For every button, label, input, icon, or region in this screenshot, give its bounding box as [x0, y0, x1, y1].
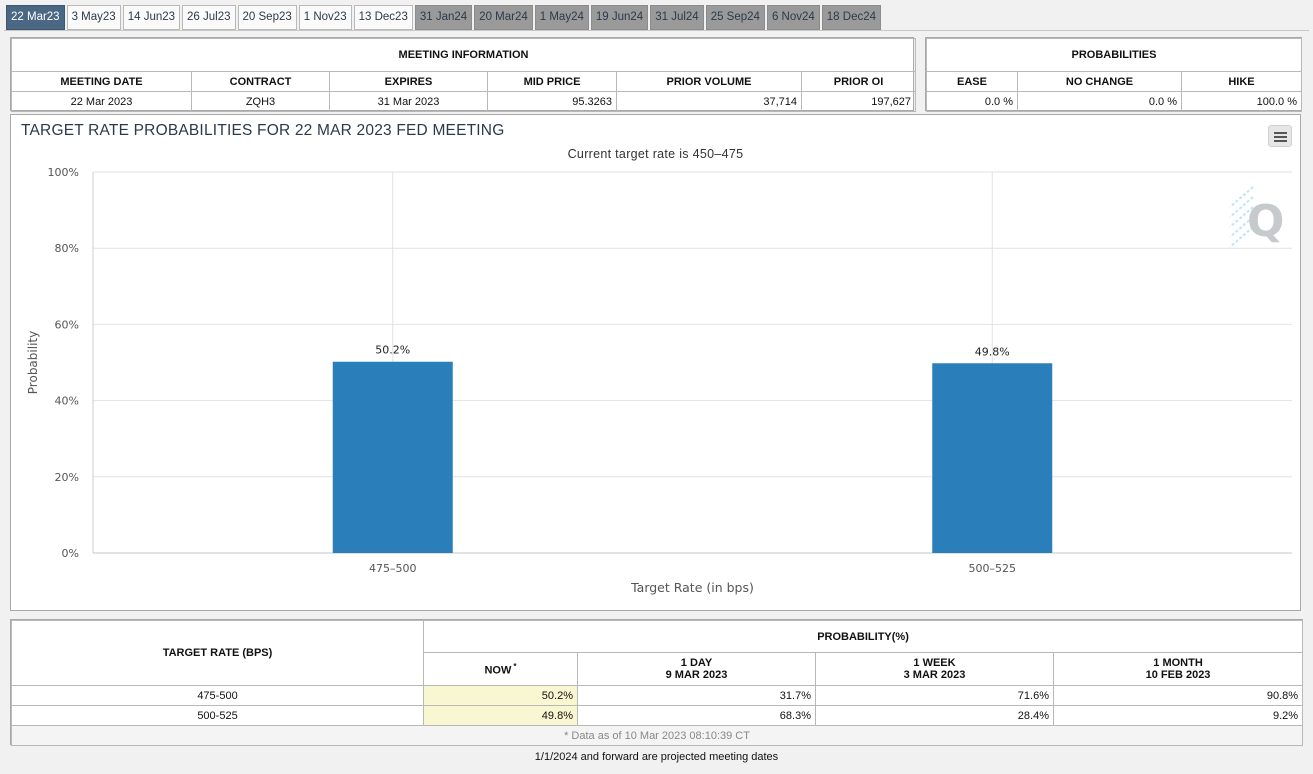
- one-month-probability-cell: 90.8%: [1052, 685, 1304, 706]
- meeting-information-table: MEETING INFORMATION MEETING DATE CONTRACT…: [10, 38, 917, 112]
- x-tick-label: 475–500: [369, 562, 417, 575]
- tab-26-jul23[interactable]: 26 Jul23: [182, 5, 236, 30]
- target-rate-bar-chart: Q 0% 20% 40% 60% 80% 100% 50.2% 475–500 49.8% 500…: [26, 166, 1292, 595]
- probability-history-panel: TARGET RATE (BPS) PROBABILITY(%) NOW * 1 …: [10, 619, 1304, 746]
- tab-1-may24[interactable]: 1 May24: [534, 5, 589, 30]
- tab-divider: [4, 30, 1309, 31]
- bar-500-525[interactable]: [932, 363, 1053, 553]
- one-day-column-header: 1 DAY 9 MAR 2023: [577, 652, 816, 686]
- meeting-info-value: 197,627: [800, 91, 917, 112]
- probabilities-title: PROBABILITIES: [925, 38, 1303, 72]
- tab-14-jun23[interactable]: 14 Jun23: [122, 5, 181, 30]
- tab-25-sep24[interactable]: 25 Sep24: [705, 5, 765, 30]
- quikstrike-logo-icon: Q: [1229, 186, 1284, 248]
- tab-1-nov23[interactable]: 1 Nov23: [298, 5, 352, 30]
- meeting-info-value: 95.3263: [487, 91, 617, 112]
- bar-data-label: 49.8%: [975, 345, 1010, 358]
- meeting-info-header: PRIOR VOLUME: [616, 71, 802, 92]
- y-axis-title: Probability: [26, 331, 40, 394]
- meeting-info-value: 31 Mar 2023: [329, 91, 488, 112]
- tab-31-jul24[interactable]: 31 Jul24: [650, 5, 704, 30]
- one-month-probability-cell: 9.2%: [1052, 705, 1304, 726]
- tab-31-jan24[interactable]: 31 Jan24: [414, 5, 473, 30]
- now-column-header: NOW *: [423, 652, 578, 686]
- x-tick-label: 500–525: [969, 562, 1017, 575]
- probability-history-table: TARGET RATE (BPS) PROBABILITY(%) NOW * 1 …: [10, 620, 1304, 746]
- tab-20-sep23[interactable]: 20 Sep23: [237, 5, 297, 30]
- one-week-column-header: 1 WEEK 3 MAR 2023: [815, 652, 1054, 686]
- target-rate-cell: 500-525: [11, 705, 424, 726]
- y-tick-label: 0%: [62, 547, 79, 560]
- meeting-information-panel: MEETING INFORMATION MEETING DATE CONTRACT…: [10, 37, 917, 112]
- meeting-info-value: 22 Mar 2023: [11, 91, 192, 112]
- probability-group-header: PROBABILITY(%): [422, 620, 1304, 653]
- probabilities-header: HIKE: [1180, 71, 1303, 92]
- one-week-probability-cell: 71.6%: [815, 685, 1054, 706]
- bar-data-label: 50.2%: [375, 344, 410, 357]
- y-tick-label: 20%: [55, 471, 79, 484]
- one-day-probability-cell: 31.7%: [577, 685, 816, 706]
- table-row: 475-500 50.2% 31.7% 71.6% 90.8%: [11, 685, 1304, 706]
- projected-dates-footnote: 1/1/2024 and forward are projected meeti…: [534, 751, 779, 763]
- meeting-info-value: 37,714: [616, 91, 802, 112]
- now-probability-cell: 49.8%: [423, 705, 578, 726]
- x-axis-title: Target Rate (in bps): [630, 580, 754, 595]
- tab-18-dec24[interactable]: 18 Dec24: [821, 5, 882, 30]
- y-tick-label: 40%: [55, 395, 79, 408]
- one-week-probability-cell: 28.4%: [815, 705, 1054, 726]
- meeting-info-header: MID PRICE: [487, 71, 617, 92]
- meeting-info-value: ZQH3: [191, 91, 330, 112]
- now-probability-cell: 50.2%: [423, 685, 578, 706]
- probabilities-value: 0.0 %: [926, 91, 1018, 112]
- tab-19-jun24[interactable]: 19 Jun24: [590, 5, 649, 30]
- watermark-letter: Q: [1247, 196, 1284, 247]
- meeting-info-header: EXPIRES: [329, 71, 488, 92]
- meeting-info-header: CONTRACT: [191, 71, 330, 92]
- target-rate-chart-panel: TARGET RATE PROBABILITIES FOR 22 MAR 202…: [10, 114, 1301, 611]
- probabilities-header: NO CHANGE: [1017, 71, 1182, 92]
- one-month-column-header: 1 MONTH 10 FEB 2023: [1052, 652, 1304, 686]
- meeting-info-header: MEETING DATE: [11, 71, 192, 92]
- y-tick-label: 80%: [55, 242, 79, 255]
- data-timestamp-note: * Data as of 10 Mar 2023 08:10:39 CT: [10, 725, 1304, 746]
- probabilities-panel: PROBABILITIES EASE NO CHANGE HIKE 0.0 % 0.0…: [925, 37, 1303, 112]
- target-rate-column-header: TARGET RATE (BPS): [11, 620, 424, 686]
- probabilities-header: EASE: [926, 71, 1018, 92]
- meeting-info-header: PRIOR OI: [800, 71, 917, 92]
- bar-475-500[interactable]: [332, 361, 453, 553]
- meeting-date-tabs: 22 Mar23 3 May23 14 Jun23 26 Jul23 20 Sep23 1…: [6, 5, 882, 30]
- one-day-probability-cell: 68.3%: [577, 705, 816, 726]
- tab-3-may23[interactable]: 3 May23: [66, 5, 121, 30]
- y-tick-label: 100%: [48, 166, 79, 179]
- tab-20-mar24[interactable]: 20 Mar24: [474, 5, 533, 30]
- target-rate-cell: 475-500: [11, 685, 424, 706]
- probabilities-table: PROBABILITIES EASE NO CHANGE HIKE 0.0 % 0.0…: [925, 38, 1303, 112]
- y-tick-label: 60%: [55, 318, 79, 331]
- probabilities-value: 0.0 %: [1017, 91, 1182, 112]
- tab-22-mar23[interactable]: 22 Mar23: [6, 5, 65, 30]
- probabilities-value: 100.0 %: [1180, 91, 1303, 112]
- tab-13-dec23[interactable]: 13 Dec23: [353, 5, 413, 30]
- table-row: 500-525 49.8% 68.3% 28.4% 9.2%: [11, 705, 1304, 726]
- meeting-information-title: MEETING INFORMATION: [10, 38, 917, 72]
- tab-6-nov24[interactable]: 6 Nov24: [766, 5, 820, 30]
